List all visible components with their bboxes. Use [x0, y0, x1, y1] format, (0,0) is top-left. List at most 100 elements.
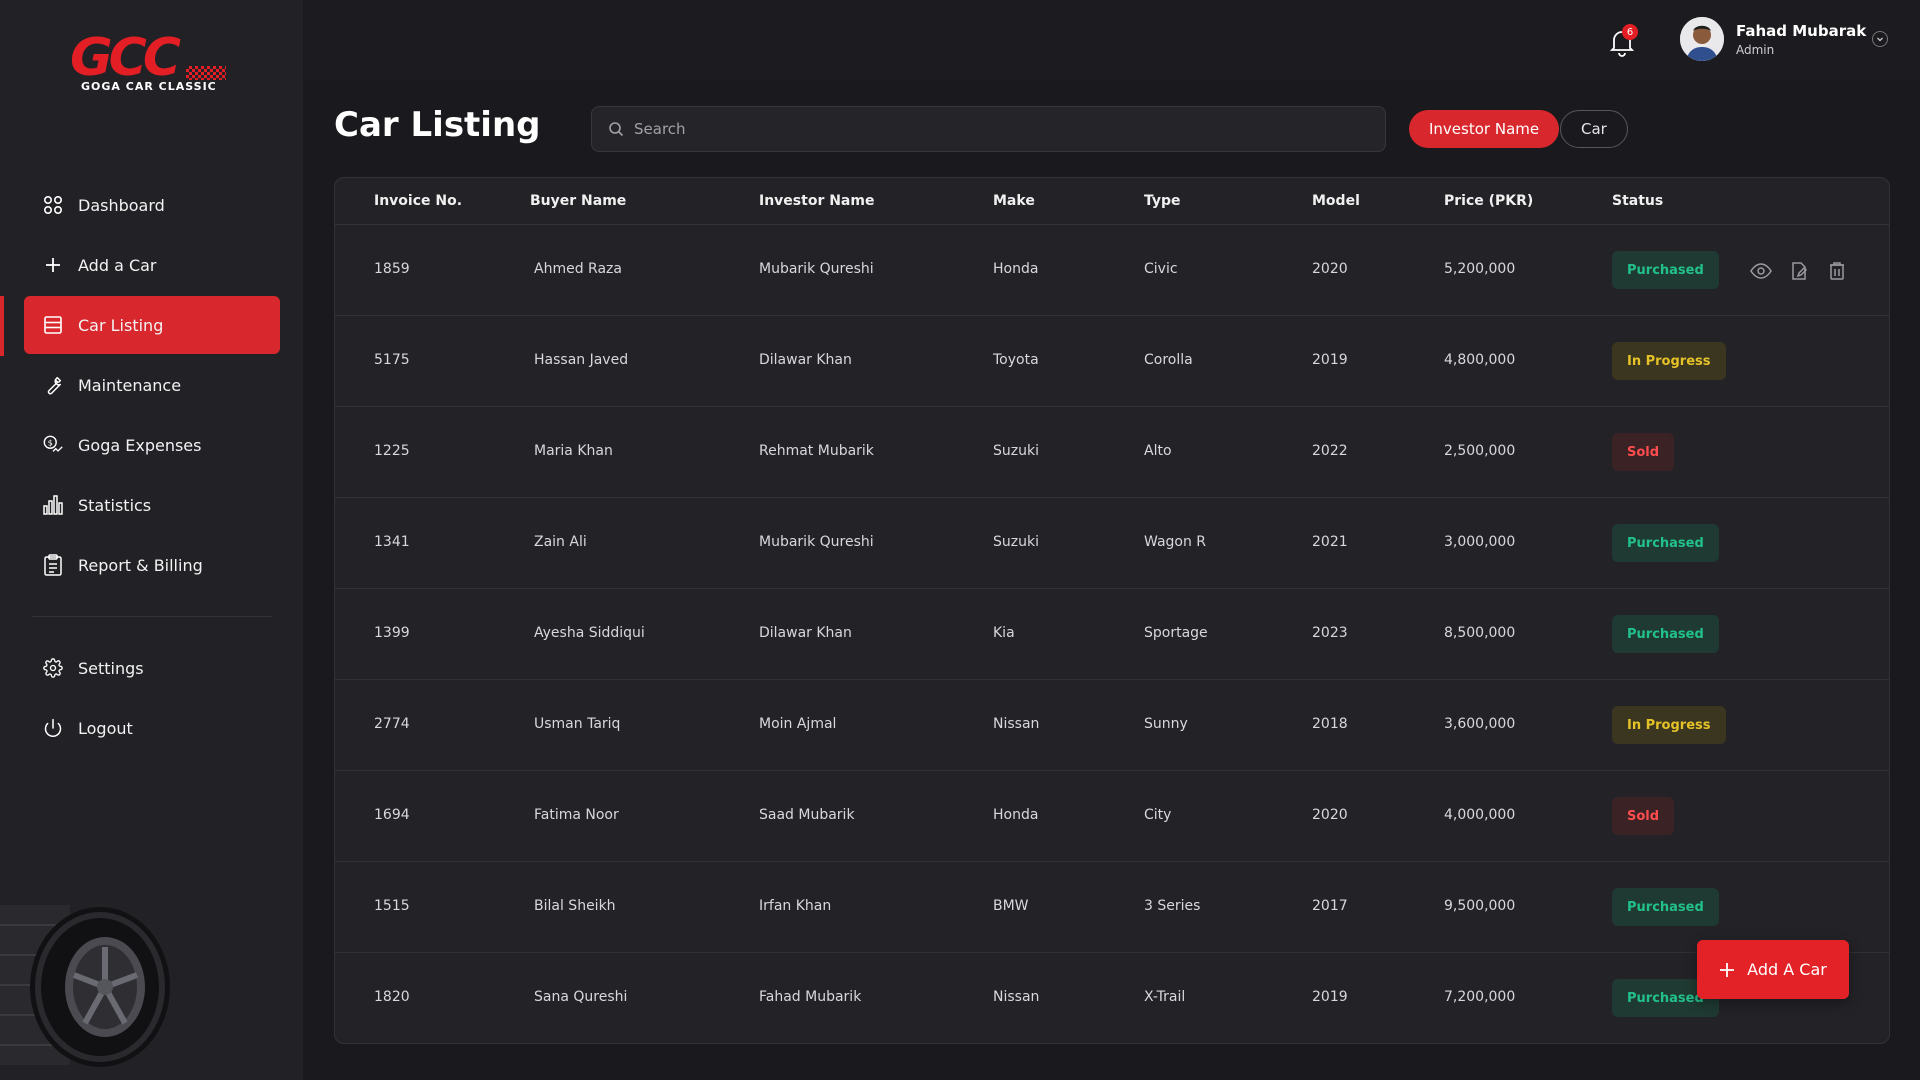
cell-investor: Mubarik Qureshi: [759, 261, 874, 277]
page-title: Car Listing: [334, 105, 541, 145]
sidebar-item-label: Settings: [78, 658, 144, 678]
table-row[interactable]: 1225 Maria Khan Rehmat Mubarik Suzuki Alto 20…: [335, 407, 1889, 498]
cell-price: 7,200,000: [1444, 989, 1516, 1005]
status-badge: Purchased: [1612, 251, 1719, 289]
cell-investor: Moin Ajmal: [759, 716, 837, 732]
cell-model: 2020: [1312, 807, 1348, 823]
table-header: Invoice No. Buyer Name Investor Name Mak…: [335, 178, 1889, 225]
cell-price: 2,500,000: [1444, 443, 1516, 459]
column-header-status[interactable]: Status: [1612, 193, 1663, 209]
sidebar-item-statistics[interactable]: Statistics: [24, 476, 280, 534]
sidebar-item-maintenance[interactable]: Maintenance: [24, 356, 280, 414]
table-row[interactable]: 2774 Usman Tariq Moin Ajmal Nissan Sunny 2018…: [335, 680, 1889, 771]
cell-type: Sportage: [1144, 625, 1208, 641]
cell-invoice: 1820: [374, 989, 410, 1005]
cell-invoice: 1225: [374, 443, 410, 459]
sidebar-item-label: Dashboard: [78, 195, 165, 215]
sidebar-item-logout[interactable]: Logout: [24, 699, 280, 757]
notification-badge: 6: [1622, 24, 1638, 40]
cell-investor: Saad Mubarik: [759, 807, 855, 823]
avatar[interactable]: [1680, 17, 1724, 61]
table-row[interactable]: 5175 Hassan Javed Dilawar Khan Toyota Coroll…: [335, 316, 1889, 407]
cell-type: X-Trail: [1144, 989, 1186, 1005]
sidebar-nav: Dashboard Add a Car Car Listing Maintena…: [24, 176, 280, 759]
cell-price: 4,800,000: [1444, 352, 1516, 368]
table-row[interactable]: 1341 Zain Ali Mubarik Qureshi Suzuki Wagon R…: [335, 498, 1889, 589]
cell-investor: Fahad Mubarik: [759, 989, 862, 1005]
user-avatar-icon: [1680, 17, 1724, 61]
cell-invoice: 1859: [374, 261, 410, 277]
table-row[interactable]: 1515 Bilal Sheikh Irfan Khan BMW 3 Series 201…: [335, 862, 1889, 953]
cell-invoice: 1341: [374, 534, 410, 550]
cell-investor: Dilawar Khan: [759, 625, 852, 641]
sidebar-item-label: Report & Billing: [78, 555, 203, 575]
sidebar-item-car-listing[interactable]: Car Listing: [24, 296, 280, 354]
sidebar-item-label: Goga Expenses: [78, 435, 202, 455]
column-header-invoice[interactable]: Invoice No.: [374, 193, 462, 209]
delete-icon[interactable]: [1825, 259, 1849, 283]
table-body: 1859 Ahmed Raza Mubarik Qureshi Honda Civic 2…: [335, 225, 1889, 1043]
cell-price: 3,000,000: [1444, 534, 1516, 550]
cell-buyer: Hassan Javed: [534, 352, 629, 368]
sidebar-item-report-billing[interactable]: Report & Billing: [24, 536, 280, 594]
edit-icon[interactable]: [1787, 259, 1811, 283]
cell-make: Nissan: [993, 989, 1040, 1005]
column-header-make[interactable]: Make: [993, 193, 1035, 209]
add-car-button-label: Add A Car: [1747, 960, 1827, 979]
nav-divider: [32, 616, 272, 617]
table-row[interactable]: 1399 Ayesha Siddiqui Dilawar Khan Kia Sporta…: [335, 589, 1889, 680]
add-car-button[interactable]: Add A Car: [1697, 940, 1849, 999]
column-header-model[interactable]: Model: [1312, 193, 1360, 209]
cell-type: Alto: [1144, 443, 1172, 459]
cell-buyer: Fatima Noor: [534, 807, 619, 823]
sidebar-item-goga-expenses[interactable]: $ Goga Expenses: [24, 416, 280, 474]
table-row[interactable]: 1859 Ahmed Raza Mubarik Qureshi Honda Civic 2…: [335, 225, 1889, 316]
table-row[interactable]: 1694 Fatima Noor Saad Mubarik Honda City 2020…: [335, 771, 1889, 862]
filter-investor-name[interactable]: Investor Name: [1409, 110, 1560, 148]
cell-buyer: Ahmed Raza: [534, 261, 622, 277]
column-header-price[interactable]: Price (PKR): [1444, 193, 1533, 209]
column-header-buyer[interactable]: Buyer Name: [530, 193, 626, 209]
table-row[interactable]: 1820 Sana Qureshi Fahad Mubarik Nissan X-Tra…: [335, 953, 1889, 1043]
gear-icon: [42, 657, 64, 679]
sidebar-item-label: Add a Car: [78, 255, 157, 275]
status-badge: Purchased: [1612, 524, 1719, 562]
cell-buyer: Bilal Sheikh: [534, 898, 616, 914]
cell-type: Wagon R: [1144, 534, 1207, 550]
search-bar[interactable]: [591, 106, 1386, 152]
grid-icon: [42, 194, 64, 216]
cell-investor: Dilawar Khan: [759, 352, 852, 368]
chevron-down-icon[interactable]: [1872, 31, 1888, 47]
cell-buyer: Usman Tariq: [534, 716, 621, 732]
status-badge: Sold: [1612, 797, 1675, 835]
column-header-investor[interactable]: Investor Name: [759, 193, 874, 209]
search-input[interactable]: [634, 120, 1334, 138]
cell-make: Nissan: [993, 716, 1040, 732]
cell-make: Toyota: [993, 352, 1039, 368]
cell-type: Corolla: [1144, 352, 1193, 368]
wrench-icon: [42, 374, 64, 396]
sidebar-item-dashboard[interactable]: Dashboard: [24, 176, 280, 234]
cell-type: City: [1144, 807, 1172, 823]
column-header-type[interactable]: Type: [1144, 193, 1181, 209]
bar-chart-icon: [42, 494, 64, 516]
filter-car[interactable]: Car: [1560, 110, 1628, 148]
status-badge: In Progress: [1612, 342, 1726, 380]
tires-illustration: [0, 905, 170, 1067]
cell-model: 2019: [1312, 989, 1348, 1005]
sidebar-item-label: Statistics: [78, 495, 152, 515]
cell-model: 2018: [1312, 716, 1348, 732]
view-icon[interactable]: [1749, 259, 1773, 283]
sidebar-item-settings[interactable]: Settings: [24, 639, 280, 697]
sidebar-item-add-car[interactable]: Add a Car: [24, 236, 280, 294]
brand-logo[interactable]: GCC GOGA CAR CLASSIC: [68, 30, 228, 96]
cell-model: 2017: [1312, 898, 1348, 914]
search-icon: [609, 122, 624, 137]
cell-price: 3,600,000: [1444, 716, 1516, 732]
cell-price: 5,200,000: [1444, 261, 1516, 277]
status-badge: Purchased: [1612, 888, 1719, 926]
user-role: Admin: [1736, 43, 1775, 57]
cell-price: 4,000,000: [1444, 807, 1516, 823]
logo-subtitle: GOGA CAR CLASSIC: [81, 80, 217, 93]
cell-invoice: 1694: [374, 807, 410, 823]
